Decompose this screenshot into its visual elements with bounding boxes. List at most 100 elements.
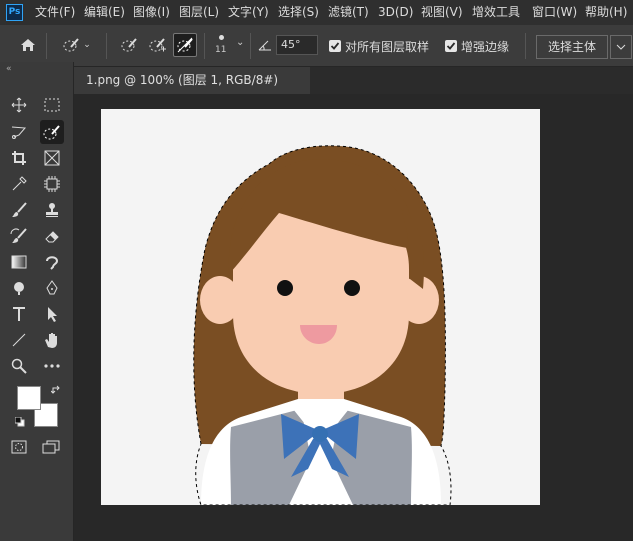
separator <box>250 33 251 59</box>
content-aware-icon <box>44 176 60 192</box>
enhance-edge-checkbox[interactable] <box>445 40 457 52</box>
new-selection-icon <box>119 35 139 55</box>
lasso-icon <box>11 126 27 139</box>
eyedropper-tool[interactable] <box>7 172 31 196</box>
history-brush-tool[interactable] <box>7 224 31 248</box>
menu-layer[interactable]: 图层(L) <box>179 0 219 25</box>
content-aware-tool[interactable] <box>40 172 64 196</box>
dodge-tool[interactable] <box>7 276 31 300</box>
menu-help[interactable]: 帮助(H) <box>585 0 627 25</box>
menu-view[interactable]: 视图(V) <box>421 0 463 25</box>
sample-all-layers-checkbox[interactable] <box>329 40 341 52</box>
history-brush-icon <box>10 228 27 243</box>
document-canvas[interactable] <box>101 109 540 505</box>
checkmark-icon <box>446 42 456 50</box>
lasso-tool[interactable] <box>7 120 31 144</box>
angle-input[interactable]: 45° <box>276 35 318 55</box>
select-subject-button[interactable]: 选择主体 <box>536 35 608 59</box>
home-button[interactable] <box>16 33 40 57</box>
marquee-icon <box>44 98 60 112</box>
checkmark-icon <box>330 42 340 50</box>
type-tool[interactable] <box>7 302 31 326</box>
hand-tool[interactable] <box>40 328 64 352</box>
menu-window[interactable]: 窗口(W) <box>532 0 577 25</box>
menu-edit[interactable]: 编辑(E) <box>84 0 125 25</box>
stamp-tool[interactable] <box>40 198 64 222</box>
menu-3d[interactable]: 3D(D) <box>378 0 413 25</box>
screen-mode-button[interactable] <box>42 440 60 454</box>
enhance-edge-label: 增强边缘 <box>461 40 510 54</box>
menu-select[interactable]: 选择(S) <box>278 0 319 25</box>
brush-tip-icon <box>219 35 224 40</box>
angle-icon <box>258 38 272 52</box>
menu-plugins[interactable]: 增效工具 <box>472 0 520 25</box>
select-subject-dropdown[interactable] <box>610 35 632 59</box>
hand-icon <box>45 333 57 348</box>
type-icon <box>13 307 25 321</box>
chevron-down-icon <box>616 44 626 50</box>
frame-icon <box>44 150 60 166</box>
separator <box>204 33 205 59</box>
crop-tool[interactable] <box>7 146 31 170</box>
add-to-selection-button[interactable] <box>145 33 169 57</box>
move-icon <box>11 97 27 113</box>
default-colors-icon[interactable] <box>15 417 25 427</box>
quick-selection-tool[interactable] <box>40 120 64 144</box>
sample-all-layers-label: 对所有图层取样 <box>345 40 430 54</box>
marquee-tool[interactable] <box>40 93 64 117</box>
menu-bar: Ps 文件(F) 编辑(E) 图像(I) 图层(L) 文字(Y) 选择(S) 滤… <box>0 0 633 25</box>
brush-tool[interactable] <box>7 198 31 222</box>
subtract-selection-button[interactable] <box>173 33 197 57</box>
menu-type[interactable]: 文字(Y) <box>228 0 269 25</box>
brush-icon <box>12 202 27 217</box>
separator <box>106 33 107 59</box>
dodge-icon <box>14 282 24 295</box>
pen-tool[interactable] <box>40 276 64 300</box>
chevron-down-icon: ⌄ <box>83 40 91 50</box>
eraser-tool[interactable] <box>40 224 64 248</box>
pen-icon <box>46 280 58 295</box>
quick-mask-icon <box>11 440 27 454</box>
gradient-icon <box>11 255 27 269</box>
path-selection-tool[interactable] <box>40 302 64 326</box>
more-tools-button[interactable] <box>40 354 64 378</box>
more-icon <box>44 364 60 368</box>
tool-preset-picker[interactable]: ⌄ <box>56 33 96 57</box>
zoom-icon <box>11 358 27 374</box>
document-tab[interactable]: 1.png @ 100% (图层 1, RGB/8#) <box>74 67 310 94</box>
brush-size-picker[interactable]: 11 ⌄ <box>212 33 245 61</box>
menu-filter[interactable]: 滤镜(T) <box>328 0 369 25</box>
new-selection-button[interactable] <box>117 33 141 57</box>
quick-selection-icon <box>43 125 60 140</box>
path-selection-icon <box>48 307 57 322</box>
gradient-tool[interactable] <box>7 250 31 274</box>
subtract-selection-icon <box>175 35 195 55</box>
menu-file[interactable]: 文件(F) <box>35 0 75 25</box>
stamp-icon <box>46 203 58 217</box>
eyedropper-icon <box>12 176 27 191</box>
collapse-panel-icon[interactable]: « <box>6 64 12 74</box>
blur-icon <box>46 256 59 270</box>
move-tool[interactable] <box>7 93 31 117</box>
line-tool[interactable] <box>7 328 31 352</box>
line-icon <box>12 333 26 347</box>
menu-image[interactable]: 图像(I) <box>133 0 170 25</box>
quick-selection-icon <box>61 35 81 55</box>
photoshop-logo: Ps <box>6 4 23 21</box>
home-icon <box>20 37 36 53</box>
zoom-tool[interactable] <box>7 354 31 378</box>
screen-mode-icon <box>42 440 60 454</box>
separator <box>46 33 47 59</box>
frame-tool[interactable] <box>40 146 64 170</box>
chevron-down-icon: ⌄ <box>236 37 245 48</box>
add-selection-icon <box>147 35 167 55</box>
quick-mask-button[interactable] <box>11 440 27 454</box>
blur-tool[interactable] <box>40 250 64 274</box>
swap-colors-icon[interactable] <box>51 385 61 395</box>
brush-size-value: 11 <box>215 45 227 55</box>
separator <box>525 33 526 59</box>
crop-icon <box>12 151 26 165</box>
foreground-color-swatch[interactable] <box>17 386 41 410</box>
eraser-icon <box>45 231 59 243</box>
options-bar: ⌄ 11 ⌄ 45° 对所有图层取样 增强边缘 选择主体 <box>0 25 633 67</box>
